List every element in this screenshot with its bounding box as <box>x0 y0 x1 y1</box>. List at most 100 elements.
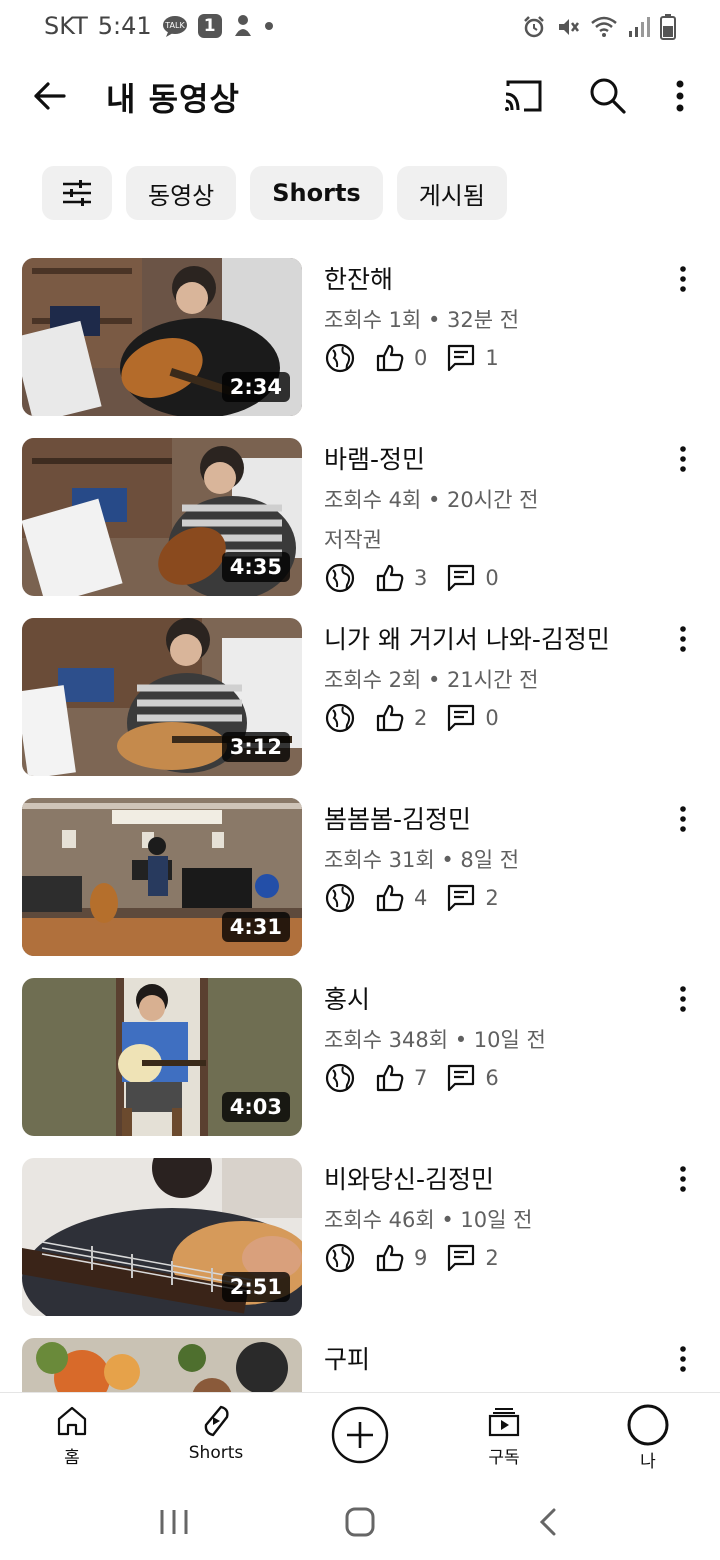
video-stats: 9 2 <box>324 1242 517 1274</box>
comment-icon <box>448 884 475 912</box>
comment-icon <box>448 704 475 732</box>
nav-shorts-label: Shorts <box>188 1443 244 1463</box>
more-options-button[interactable] <box>660 72 700 120</box>
chip-videos[interactable]: 동영상 <box>126 166 237 220</box>
video-title[interactable]: 비와당신-김정민 <box>324 1160 494 1196</box>
video-title[interactable]: 홍시 <box>324 980 370 1016</box>
nav-home[interactable]: 홈 <box>22 1403 122 1468</box>
comment-icon <box>448 344 475 372</box>
back-button[interactable] <box>26 72 74 120</box>
signal-icon <box>629 17 650 37</box>
public-globe-icon <box>325 563 355 593</box>
video-thumbnail[interactable]: 2:34 <box>22 258 302 416</box>
more-vert-icon <box>676 80 684 112</box>
recent-apps-button[interactable] <box>154 1504 194 1540</box>
search-icon <box>590 78 626 114</box>
video-more-button[interactable] <box>670 442 696 476</box>
nav-you[interactable]: 나 <box>598 1403 698 1472</box>
video-more-button[interactable] <box>670 1162 696 1196</box>
video-item[interactable]: 2:51 비와당신-김정민 조회수 46회 • 10일 전 9 2 <box>0 1158 720 1316</box>
clock: 5:41 <box>97 12 152 40</box>
nav-subscriptions[interactable]: 구독 <box>454 1403 554 1468</box>
video-more-button[interactable] <box>670 1342 696 1376</box>
video-title[interactable]: 구피 <box>324 1340 370 1376</box>
cast-button[interactable] <box>500 72 548 120</box>
video-stats: 0 1 <box>324 342 517 374</box>
video-thumbnail[interactable]: 4:03 <box>22 978 302 1136</box>
video-item[interactable]: 4:31 봄봄봄-김정민 조회수 31회 • 8일 전 4 2 <box>0 798 720 956</box>
video-meta: 조회수 31회 • 8일 전 <box>324 848 520 872</box>
like-count: 4 <box>414 886 428 910</box>
comment-count: 0 <box>485 706 499 730</box>
like-icon <box>376 564 404 592</box>
chip-shorts[interactable]: Shorts <box>250 166 383 220</box>
comment-icon <box>448 564 475 592</box>
recent-apps-icon <box>160 1510 188 1534</box>
video-more-button[interactable] <box>670 982 696 1016</box>
cast-icon <box>505 80 542 112</box>
status-left: SKT 5:41 TALK 1 <box>44 12 274 40</box>
dot-icon <box>264 22 273 30</box>
create-button[interactable] <box>310 1405 410 1465</box>
video-thumbnail[interactable]: 4:31 <box>22 798 302 956</box>
page-title: 내 동영상 <box>106 80 240 118</box>
video-title[interactable]: 봄봄봄-김정민 <box>324 800 471 836</box>
video-item[interactable]: 구피 <box>0 1338 720 1392</box>
video-title[interactable]: 바램-정민 <box>324 440 425 476</box>
video-more-button[interactable] <box>670 262 696 296</box>
system-back-button[interactable] <box>528 1502 568 1542</box>
nav-subscriptions-label: 구독 <box>488 1448 520 1468</box>
avatar <box>627 1404 669 1446</box>
video-item[interactable]: 4:35 바램-정민 조회수 4회 • 20시간 전 저작권 3 0 <box>0 438 720 596</box>
video-thumbnail[interactable]: 4:35 <box>22 438 302 596</box>
talk-icon: TALK <box>162 16 187 37</box>
comment-icon <box>448 1064 475 1092</box>
search-button[interactable] <box>584 72 632 120</box>
like-count: 7 <box>414 1066 428 1090</box>
video-more-button[interactable] <box>670 622 696 656</box>
like-icon <box>376 884 404 912</box>
video-item[interactable]: 2:34 한잔해 조회수 1회 • 32분 전 0 1 <box>0 258 720 416</box>
video-thumbnail[interactable] <box>22 1338 302 1392</box>
like-icon <box>376 704 404 732</box>
video-duration: 3:12 <box>221 732 290 762</box>
video-meta: 조회수 1회 • 32분 전 <box>324 308 520 332</box>
carrier-label: SKT <box>44 12 88 40</box>
sliders-icon <box>63 180 91 206</box>
top-app-bar: 내 동영상 <box>0 58 720 134</box>
back-arrow-icon <box>34 82 66 110</box>
more-vert-icon <box>680 1166 686 1192</box>
video-thumbnail[interactable]: 3:12 <box>22 618 302 776</box>
filter-settings-chip[interactable] <box>42 166 112 220</box>
video-title[interactable]: 한잔해 <box>324 260 393 296</box>
video-item[interactable]: 3:12 니가 왜 거기서 나와-김정민 조회수 2회 • 21시간 전 2 0 <box>0 618 720 776</box>
video-duration: 4:03 <box>221 1092 290 1122</box>
add-circle-icon <box>331 1406 389 1464</box>
nav-you-label: 나 <box>640 1452 656 1472</box>
public-globe-icon <box>325 703 355 733</box>
app-icon <box>234 15 251 36</box>
wifi-icon <box>591 16 617 37</box>
nav-shorts[interactable]: Shorts <box>166 1403 266 1463</box>
like-icon <box>376 1244 404 1272</box>
video-more-button[interactable] <box>670 802 696 836</box>
chip-posted[interactable]: 게시됨 <box>396 166 507 220</box>
video-duration: 2:34 <box>221 372 290 402</box>
video-item[interactable]: 4:03 홍시 조회수 348회 • 10일 전 7 6 <box>0 978 720 1136</box>
video-meta: 조회수 4회 • 20시간 전 <box>324 488 539 512</box>
copyright-label[interactable]: 저작권 <box>324 524 382 554</box>
status-right <box>522 14 676 40</box>
battery-icon <box>660 14 676 40</box>
like-icon <box>376 344 404 372</box>
video-meta: 조회수 2회 • 21시간 전 <box>324 668 539 692</box>
public-globe-icon <box>325 1243 355 1273</box>
comment-count: 1 <box>485 346 499 370</box>
home-system-button[interactable] <box>340 1502 380 1542</box>
video-duration: 4:31 <box>221 912 290 942</box>
more-vert-icon <box>680 1346 686 1372</box>
video-title[interactable]: 니가 왜 거기서 나와-김정민 <box>324 620 610 656</box>
more-vert-icon <box>680 806 686 832</box>
video-thumbnail[interactable]: 2:51 <box>22 1158 302 1316</box>
home-square-icon <box>345 1507 375 1537</box>
svg-text:TALK: TALK <box>164 21 185 30</box>
